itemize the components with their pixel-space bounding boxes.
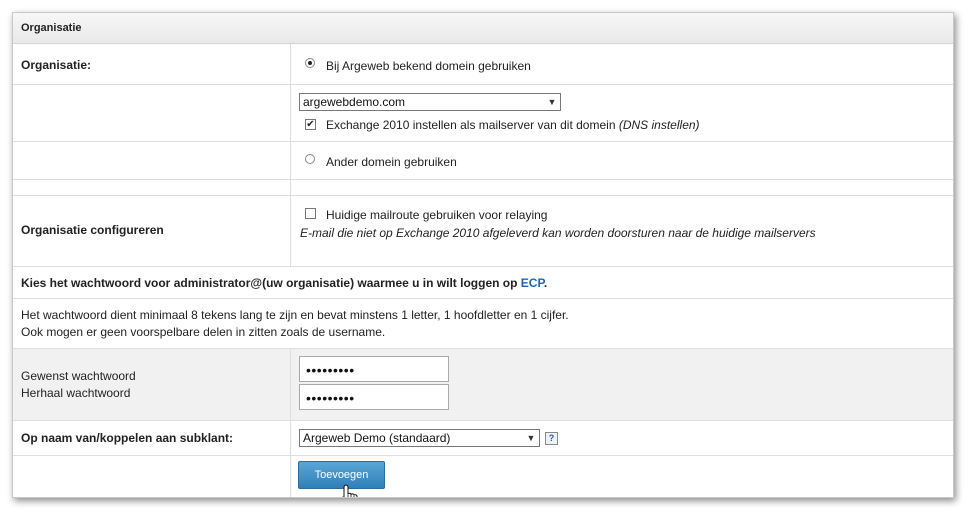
subklant-label: Op naam van/koppelen aan subklant:: [21, 431, 234, 445]
relay-note: E-mail die niet op Exchange 2010 afgelev…: [300, 226, 816, 240]
domain-select[interactable]: argewebdemo.com ▼: [299, 93, 561, 111]
configureren-label: Organisatie configureren: [21, 223, 164, 237]
row-organisatie: Organisatie: Bij Argeweb bekend domein g…: [13, 44, 953, 85]
exchange-check-label: Exchange 2010 instellen als mailserver v…: [326, 118, 700, 132]
subklant-select[interactable]: Argeweb Demo (standaard) ▼: [299, 429, 540, 447]
radio-selected-icon[interactable]: [305, 58, 315, 68]
desired-password-input[interactable]: •••••••••: [299, 356, 449, 382]
ecp-link[interactable]: ECP: [521, 276, 544, 290]
password-rule-1: Het wachtwoord dient minimaal 8 tekens l…: [21, 308, 569, 322]
row-password-rules: Het wachtwoord dient minimaal 8 tekens l…: [13, 299, 953, 349]
section-title: Organisatie: [13, 13, 953, 44]
chevron-down-icon: ▼: [547, 97, 557, 107]
subklant-select-value: Argeweb Demo (standaard): [303, 431, 451, 445]
help-icon[interactable]: ?: [545, 432, 558, 445]
row-configureren: Organisatie configureren Huidige mailrou…: [13, 196, 953, 267]
row-other-domain: Ander domein gebruiken: [13, 142, 953, 180]
repeat-password-input[interactable]: •••••••••: [299, 384, 449, 410]
password-heading: Kies het wachtwoord voor administrator@(…: [21, 276, 548, 290]
relay-label[interactable]: Huidige mailroute gebruiken voor relayin…: [326, 208, 547, 222]
row-subklant: Op naam van/koppelen aan subklant: Argew…: [13, 421, 953, 456]
chevron-down-icon: ▼: [526, 433, 536, 443]
option-known-domain[interactable]: Bij Argeweb bekend domein gebruiken: [326, 59, 531, 73]
row-password-heading: Kies het wachtwoord voor administrator@(…: [13, 267, 953, 299]
radio-icon[interactable]: [305, 154, 315, 164]
option-other-domain[interactable]: Ander domein gebruiken: [326, 155, 457, 169]
domain-select-value: argewebdemo.com: [303, 95, 406, 109]
row-spacer: [13, 180, 953, 196]
checkbox-icon[interactable]: [305, 208, 316, 219]
row-password-inputs: Gewenst wachtwoord Herhaal wachtwoord ••…: [13, 349, 953, 421]
checkbox-checked-icon[interactable]: ✔: [305, 119, 316, 130]
label-repeat-password: Herhaal wachtwoord: [21, 386, 131, 400]
row-domain: argewebdemo.com ▼ ✔ Exchange 2010 instel…: [13, 85, 953, 142]
label-desired-password: Gewenst wachtwoord: [21, 369, 136, 383]
row-submit: [13, 456, 953, 497]
hand-cursor-icon: [341, 484, 358, 497]
password-rule-2: Ook mogen er geen voorspelbare delen in …: [21, 325, 386, 339]
organisatie-panel: Organisatie Organisatie: Bij Argeweb bek…: [12, 12, 954, 498]
dns-note: (DNS instellen): [618, 118, 700, 132]
organisatie-label: Organisatie:: [21, 58, 92, 72]
